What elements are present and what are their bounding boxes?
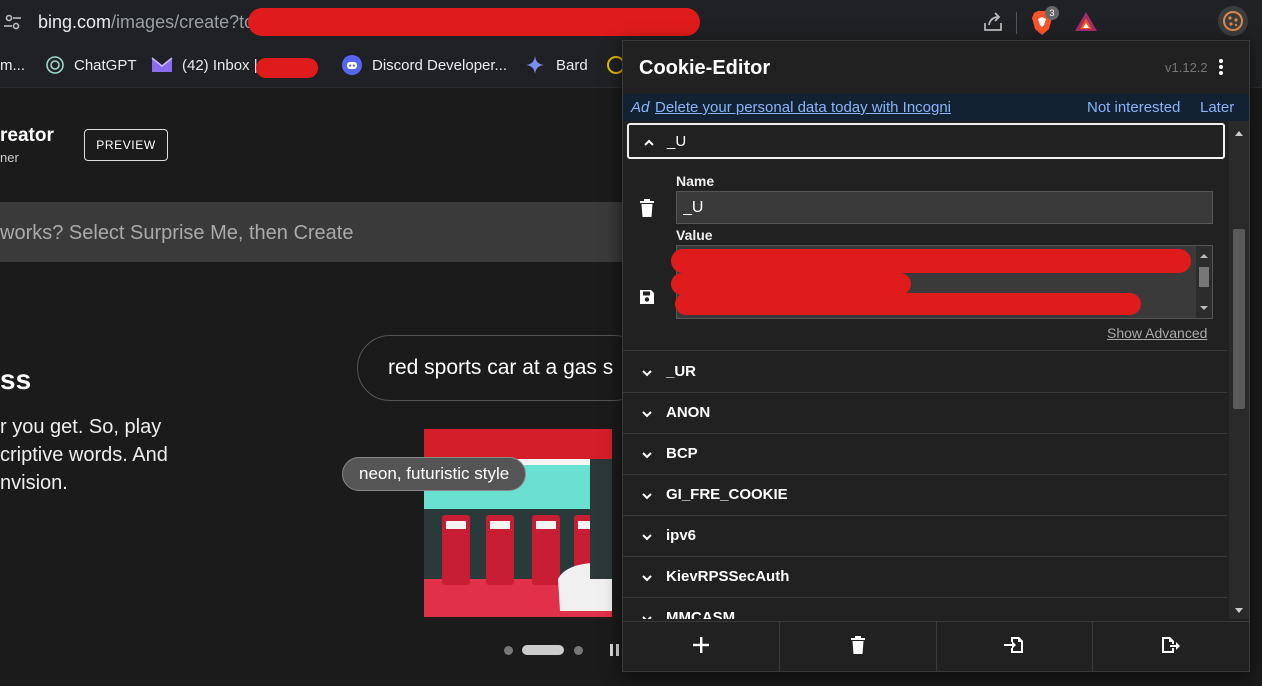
- cookie-list: _U Name Value 1/ Show Advanced: [623, 121, 1227, 619]
- popup-header: Cookie-Editor v1.12.2: [623, 41, 1249, 94]
- cookie-list-scrollbar[interactable]: [1229, 121, 1249, 619]
- url-path: /images/create?to: [111, 12, 255, 32]
- version-label: v1.12.2: [1165, 60, 1208, 75]
- bookmark-inbox[interactable]: (42) Inbox |: [182, 57, 258, 74]
- cookie-row[interactable]: _UR: [623, 352, 1227, 393]
- cookie-row[interactable]: ipv6: [623, 516, 1227, 557]
- scroll-down-icon[interactable]: [1233, 603, 1245, 613]
- redaction-mark: [248, 8, 700, 36]
- delete-all-button[interactable]: [780, 622, 937, 671]
- pause-icon[interactable]: [609, 643, 621, 657]
- redaction-mark: [675, 293, 1141, 315]
- cookie-name-input[interactable]: [676, 191, 1213, 224]
- add-cookie-button[interactable]: [623, 622, 780, 671]
- more-options-icon[interactable]: [1217, 57, 1225, 77]
- bookmark-chatgpt[interactable]: ChatGPT: [74, 57, 137, 74]
- cookie-row[interactable]: BCP: [623, 434, 1227, 475]
- ad-label: Ad: [631, 99, 650, 116]
- page-subtitle: ner: [0, 150, 19, 165]
- plus-icon: [692, 636, 710, 659]
- popup-title: Cookie-Editor: [639, 57, 771, 79]
- redaction-mark: [671, 249, 1191, 273]
- example-prompt-text: red sports car at a gas s: [388, 356, 614, 379]
- address-bar[interactable]: bing.com/images/create?to 3: [0, 0, 1262, 44]
- brave-rewards-icon[interactable]: [1074, 11, 1098, 33]
- bard-icon: [525, 55, 545, 75]
- hero-text-line: criptive words. And: [0, 444, 168, 466]
- chevron-down-icon: [641, 489, 653, 501]
- bookmark-bard[interactable]: Bard: [556, 57, 588, 74]
- cookie-row[interactable]: KievRPSSecAuth: [623, 557, 1227, 598]
- chevron-down-icon: [641, 530, 653, 542]
- chevron-up-icon: [643, 136, 655, 148]
- ad-banner: Ad Delete your personal data today with …: [623, 94, 1249, 121]
- file-import-icon: [1004, 636, 1024, 659]
- share-icon[interactable]: [982, 11, 1004, 33]
- cookie-row[interactable]: GI_FRE_COOKIE: [623, 475, 1227, 516]
- cookie-name: KievRPSSecAuth: [666, 568, 790, 585]
- shields-count-badge: 3: [1045, 6, 1059, 20]
- url-text[interactable]: bing.com/images/create?to: [38, 12, 254, 33]
- cookie-name: _UR: [666, 363, 697, 380]
- cookie-editor-extension-icon[interactable]: [1218, 6, 1248, 36]
- hero-heading: ss: [0, 364, 32, 395]
- show-advanced-link[interactable]: Show Advanced: [1107, 325, 1207, 341]
- chevron-down-icon: [641, 407, 653, 419]
- cookie-editor-popup: Cookie-Editor v1.12.2 Ad Delete your per…: [622, 40, 1250, 672]
- carousel-dot[interactable]: [574, 646, 583, 655]
- cookie-row[interactable]: ANON: [623, 393, 1227, 434]
- import-button[interactable]: [937, 622, 1094, 671]
- chevron-down-icon: [641, 571, 653, 583]
- popup-footer: [623, 621, 1249, 671]
- redaction-mark: [256, 58, 318, 78]
- carousel-dot-active[interactable]: [522, 645, 564, 655]
- redaction-mark: [671, 273, 911, 295]
- export-button[interactable]: [1093, 622, 1249, 671]
- not-interested-button[interactable]: Not interested: [1087, 99, 1180, 116]
- file-export-icon: [1161, 636, 1181, 659]
- chatgpt-icon: [45, 55, 65, 75]
- cookie-name: ipv6: [666, 527, 697, 544]
- scrollbar-thumb[interactable]: [1233, 229, 1245, 409]
- value-label: Value: [676, 227, 713, 243]
- proton-mail-icon: [151, 55, 173, 75]
- cookie-detail-panel: Name Value 1/ Show Advanced: [623, 161, 1227, 351]
- url-domain: bing.com: [38, 12, 112, 32]
- save-cookie-icon[interactable]: [639, 289, 655, 305]
- discord-icon: [342, 55, 362, 75]
- bookmark-discord[interactable]: Discord Developer...: [372, 57, 507, 74]
- prompt-placeholder: works? Select Surprise Me, then Create: [0, 222, 354, 244]
- cookie-name: ANON: [666, 404, 711, 421]
- bookmark-item[interactable]: m...: [0, 57, 25, 74]
- chevron-down-icon: [641, 448, 653, 460]
- toolbar-divider: [1016, 12, 1017, 34]
- hero-text-line: r you get. So, play: [0, 416, 162, 438]
- cookie-row-expanded-header[interactable]: _U: [627, 123, 1225, 159]
- site-settings-icon[interactable]: [4, 13, 22, 31]
- cookie-name: GI_FRE_COOKIE: [666, 486, 788, 503]
- cookie-row[interactable]: MMCASM: [623, 598, 1227, 619]
- cookie-name: MMCASM: [666, 609, 736, 619]
- delete-cookie-icon[interactable]: [639, 199, 655, 217]
- hero-text-line: nvision.: [0, 472, 68, 494]
- ad-link[interactable]: Delete your personal data today with Inc…: [655, 99, 951, 116]
- value-scrollbar[interactable]: [1196, 246, 1212, 318]
- carousel-dot[interactable]: [504, 646, 513, 655]
- name-label: Name: [676, 173, 715, 189]
- preview-button[interactable]: PREVIEW: [84, 129, 168, 161]
- chevron-down-icon: [641, 366, 653, 378]
- trash-icon: [850, 635, 866, 659]
- cookie-name: BCP: [666, 445, 698, 462]
- cookie-name: _U: [667, 133, 687, 150]
- chevron-down-icon: [641, 612, 653, 619]
- later-button[interactable]: Later: [1200, 99, 1234, 116]
- page-title: reator: [0, 125, 54, 146]
- scroll-up-icon[interactable]: [1233, 125, 1245, 136]
- style-tag-chip[interactable]: neon, futuristic style: [342, 457, 527, 491]
